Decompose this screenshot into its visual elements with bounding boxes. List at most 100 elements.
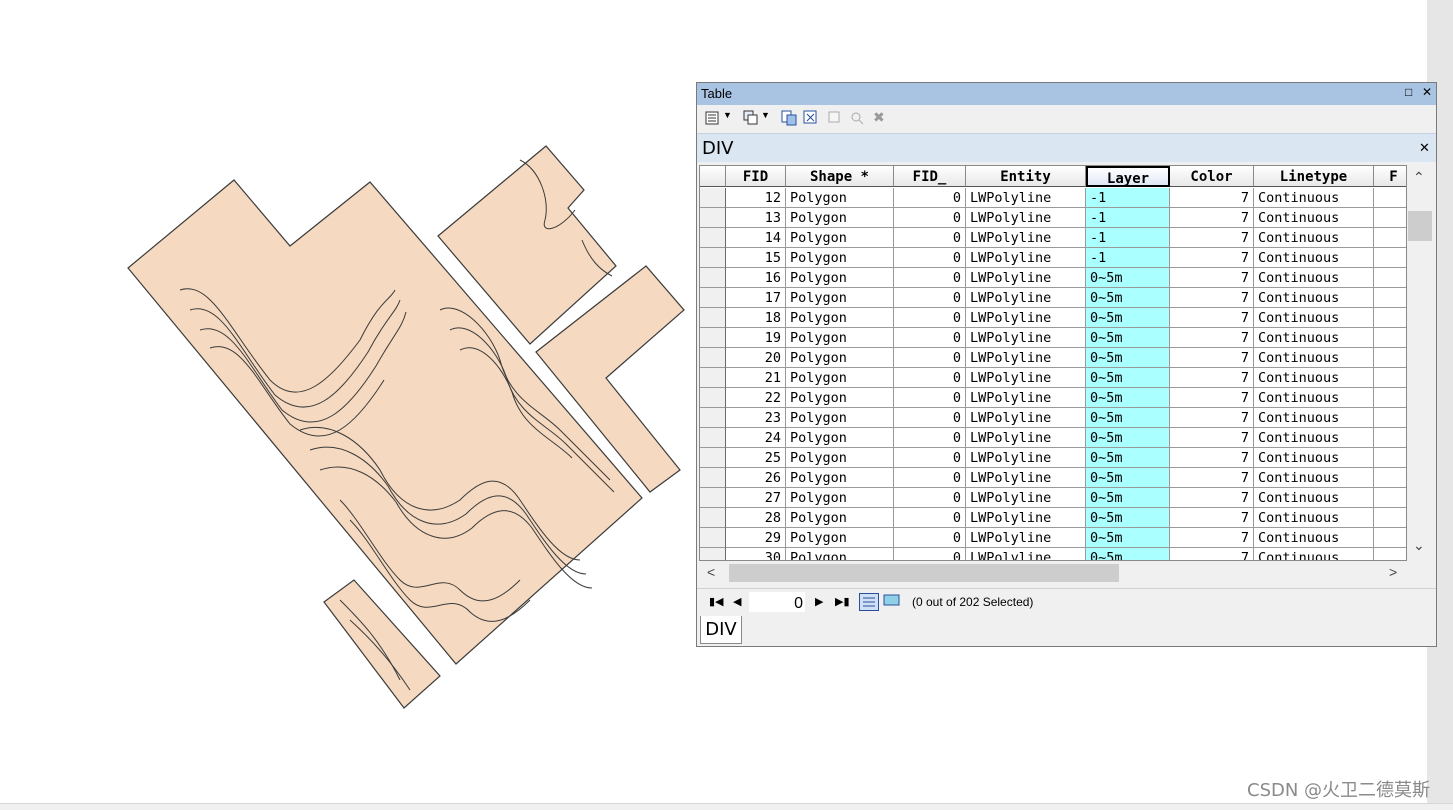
row-selector[interactable] [700,368,726,388]
table-row[interactable]: 17 Polygon 0 LWPolyline 0~5m 7 Continuous [700,288,1406,308]
row-selector[interactable] [700,288,726,308]
cell-fid_: 0 [894,488,966,508]
table-row[interactable]: 19 Polygon 0 LWPolyline 0~5m 7 Continuous [700,328,1406,348]
header-selector[interactable] [700,166,726,187]
row-selector[interactable] [700,328,726,348]
cell-fid_: 0 [894,348,966,368]
row-selector[interactable] [700,248,726,268]
cell-extra [1374,208,1406,228]
cell-linetype: Continuous [1254,488,1374,508]
row-selector[interactable] [700,348,726,368]
scroll-up-icon[interactable]: ⌃ [1413,169,1425,186]
maximize-icon[interactable]: □ [1405,85,1412,99]
table-options-icon[interactable] [705,110,721,126]
column-header-color[interactable]: Color [1170,166,1254,187]
table-toolbar: ▼ ▼ ✖ [697,107,1436,131]
column-header-linetype[interactable]: Linetype [1254,166,1374,187]
table-row[interactable]: 15 Polygon 0 LWPolyline -1 7 Continuous [700,248,1406,268]
chevron-down-icon[interactable]: ▼ [723,110,732,120]
cell-extra [1374,508,1406,528]
row-selector[interactable] [700,548,726,560]
chevron-down-icon[interactable]: ▼ [761,110,770,120]
cell-entity: LWPolyline [966,188,1086,208]
table-row[interactable]: 14 Polygon 0 LWPolyline -1 7 Continuous [700,228,1406,248]
next-record-icon[interactable]: ▶ [815,595,823,608]
column-header-entity[interactable]: Entity [966,166,1086,187]
clear-selection-icon[interactable] [827,110,843,126]
cell-linetype: Continuous [1254,268,1374,288]
cell-entity: LWPolyline [966,428,1086,448]
vertical-scroll-thumb[interactable] [1408,211,1432,241]
cell-linetype: Continuous [1254,548,1374,560]
cell-fid_: 0 [894,448,966,468]
close-table-icon[interactable]: ✕ [1419,140,1430,156]
grid-horizontal-scrollbar[interactable]: < > [699,563,1407,583]
zoom-to-selected-icon[interactable] [849,110,865,126]
scroll-down-icon[interactable]: ⌄ [1413,537,1425,554]
scroll-right-icon[interactable]: > [1389,564,1397,580]
table-row[interactable]: 18 Polygon 0 LWPolyline 0~5m 7 Continuous [700,308,1406,328]
cell-color: 7 [1170,248,1254,268]
table-titlebar[interactable]: Table □ ✕ [697,83,1436,105]
row-selector[interactable] [700,228,726,248]
table-row[interactable]: 16 Polygon 0 LWPolyline 0~5m 7 Continuous [700,268,1406,288]
previous-record-icon[interactable]: ◀ [733,595,741,608]
column-header-fid[interactable]: FID [726,166,786,187]
cell-linetype: Continuous [1254,428,1374,448]
cell-layer: 0~5m [1086,468,1170,488]
horizontal-scroll-thumb[interactable] [729,564,1119,582]
row-selector[interactable] [700,468,726,488]
row-selector[interactable] [700,528,726,548]
cell-entity: LWPolyline [966,288,1086,308]
table-row[interactable]: 21 Polygon 0 LWPolyline 0~5m 7 Continuous [700,368,1406,388]
table-row[interactable]: 22 Polygon 0 LWPolyline 0~5m 7 Continuous [700,388,1406,408]
column-header-extra[interactable]: F [1374,166,1406,187]
row-selector[interactable] [700,388,726,408]
last-record-icon[interactable]: ▶▮ [835,595,850,608]
first-record-icon[interactable]: ▮◀ [709,595,724,608]
table-row[interactable]: 20 Polygon 0 LWPolyline 0~5m 7 Continuous [700,348,1406,368]
cell-fid_: 0 [894,368,966,388]
row-selector[interactable] [700,188,726,208]
cell-linetype: Continuous [1254,208,1374,228]
row-selector[interactable] [700,208,726,228]
table-row[interactable]: 27 Polygon 0 LWPolyline 0~5m 7 Continuous [700,488,1406,508]
table-row[interactable]: 13 Polygon 0 LWPolyline -1 7 Continuous [700,208,1406,228]
row-selector[interactable] [700,428,726,448]
table-row[interactable]: 24 Polygon 0 LWPolyline 0~5m 7 Continuous [700,428,1406,448]
current-record-input[interactable]: 0 [749,592,805,612]
table-row[interactable]: 30 Polygon 0 LWPolyline 0~5m 7 Continuous [700,548,1406,560]
cell-layer: 0~5m [1086,268,1170,288]
cell-color: 7 [1170,188,1254,208]
row-selector[interactable] [700,308,726,328]
table-row[interactable]: 25 Polygon 0 LWPolyline 0~5m 7 Continuous [700,448,1406,468]
column-header-layer[interactable]: Layer [1086,166,1170,187]
cell-shape: Polygon [786,428,894,448]
scroll-left-icon[interactable]: < [707,564,715,580]
table-row[interactable]: 29 Polygon 0 LWPolyline 0~5m 7 Continuous [700,528,1406,548]
table-name-header: DIV ✕ [697,133,1436,162]
table-row[interactable]: 26 Polygon 0 LWPolyline 0~5m 7 Continuous [700,468,1406,488]
select-by-attributes-icon[interactable] [781,110,797,126]
related-tables-icon[interactable] [743,110,759,126]
row-selector[interactable] [700,408,726,428]
show-selected-records-icon[interactable] [883,593,901,609]
attribute-grid[interactable]: FID Shape * FID_ Entity Layer Color Line… [699,165,1407,561]
switch-selection-icon[interactable] [803,110,819,126]
grid-vertical-scrollbar[interactable]: ⌃ ⌄ [1407,165,1434,561]
column-header-shape[interactable]: Shape * [786,166,894,187]
row-selector[interactable] [700,268,726,288]
close-icon[interactable]: ✕ [1422,85,1432,99]
table-row[interactable]: 28 Polygon 0 LWPolyline 0~5m 7 Continuous [700,508,1406,528]
cell-linetype: Continuous [1254,508,1374,528]
table-row[interactable]: 12 Polygon 0 LWPolyline -1 7 Continuous [700,188,1406,208]
row-selector[interactable] [700,488,726,508]
row-selector[interactable] [700,448,726,468]
delete-selected-icon[interactable]: ✖ [873,109,885,126]
table-row[interactable]: 23 Polygon 0 LWPolyline 0~5m 7 Continuous [700,408,1406,428]
show-all-records-icon[interactable] [859,593,879,611]
row-selector[interactable] [700,508,726,528]
table-tab-div[interactable]: DIV [700,616,742,644]
table-window[interactable]: Table □ ✕ ▼ ▼ ✖ DIV ✕ FID Shape * FID_ E… [696,82,1437,647]
column-header-fid_[interactable]: FID_ [894,166,966,187]
